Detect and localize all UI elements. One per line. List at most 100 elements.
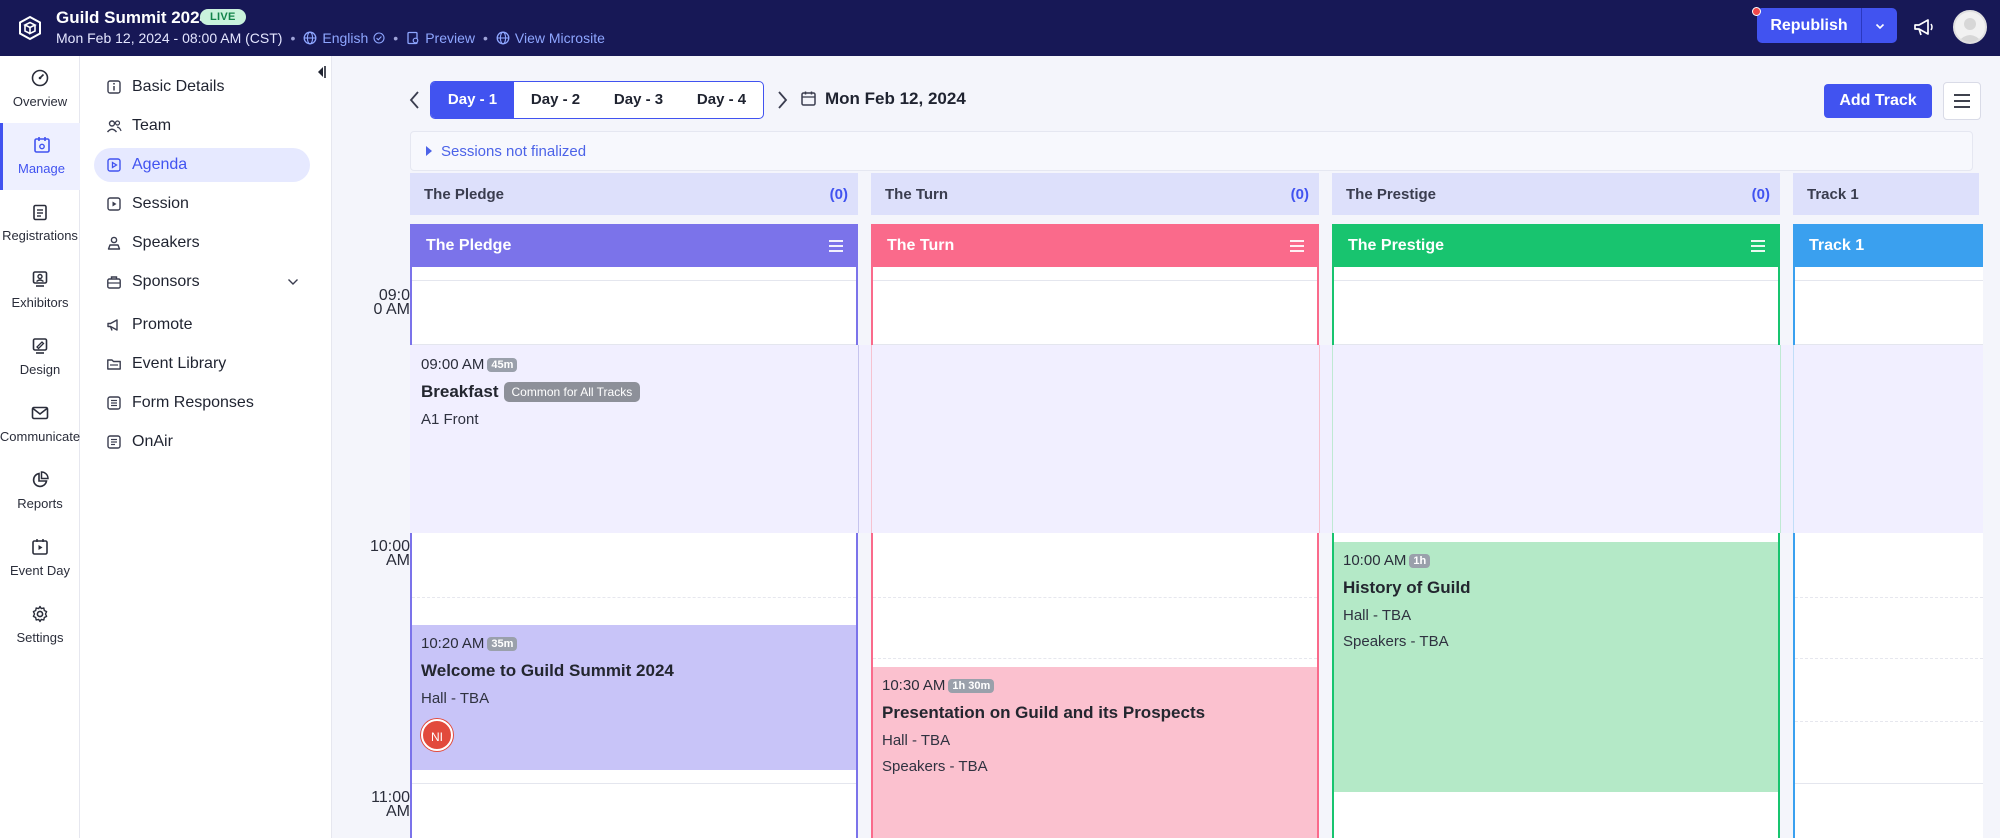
- globe-icon: [496, 31, 510, 45]
- rail-label: Reports: [17, 496, 63, 511]
- folder-icon: [107, 359, 121, 370]
- rail-item-exhibitors[interactable]: Exhibitors: [0, 257, 80, 324]
- rail-item-event-day[interactable]: Event Day: [0, 525, 80, 592]
- rail-item-settings[interactable]: Settings: [0, 592, 80, 659]
- submenu-item-session[interactable]: Session: [94, 187, 310, 221]
- submenu-item-sponsors[interactable]: Sponsors: [94, 265, 310, 299]
- grid-line: [1795, 280, 1983, 281]
- speaker-icon: [107, 236, 121, 250]
- language-selector[interactable]: English: [303, 30, 385, 46]
- track-column-header: The Turn: [873, 224, 1317, 267]
- megaphone-icon: [107, 319, 118, 331]
- submenu-item-event-library[interactable]: Event Library: [94, 347, 310, 381]
- view-microsite-link[interactable]: View Microsite: [496, 30, 605, 46]
- tab-day-4[interactable]: Day - 4: [680, 82, 763, 118]
- next-day-button[interactable]: [775, 89, 789, 111]
- submenu-item-team[interactable]: Team: [94, 109, 310, 143]
- submenu-item-speakers[interactable]: Speakers: [94, 226, 310, 260]
- grid-line: [1795, 658, 1983, 659]
- track-header-name: The Pledge: [424, 185, 505, 203]
- rail-item-registrations[interactable]: Registrations: [0, 190, 80, 257]
- republish-dropdown-button[interactable]: [1862, 8, 1897, 43]
- rail-item-reports[interactable]: Reports: [0, 458, 80, 525]
- grid-line: [412, 783, 856, 784]
- submenu-item-basic-details[interactable]: Basic Details: [94, 70, 310, 104]
- track-menu-icon[interactable]: [1289, 239, 1305, 253]
- pie-chart-icon: [32, 471, 49, 488]
- preview-link[interactable]: Preview: [406, 30, 475, 46]
- grid-line: [873, 597, 1317, 598]
- chevron-down-icon: [1875, 23, 1884, 29]
- session-card-history-of-guild[interactable]: 10:00 AM 1h History of Guild Hall - TBA …: [1334, 542, 1778, 792]
- more-menu-button[interactable]: [1943, 82, 1981, 120]
- briefcase-icon: [107, 276, 121, 289]
- band-divider: [858, 345, 859, 533]
- speaker-avatar[interactable]: NI: [421, 719, 453, 751]
- separator-dot: •: [393, 30, 399, 46]
- caret-right-icon: [426, 146, 432, 156]
- track-menu-icon[interactable]: [1750, 239, 1766, 253]
- announcement-icon[interactable]: [1911, 14, 1937, 40]
- session-duration-badge: 35m: [487, 636, 518, 651]
- rail-item-manage[interactable]: Manage: [0, 123, 80, 190]
- rail-label: Settings: [16, 630, 64, 645]
- republish-button[interactable]: Republish: [1757, 8, 1862, 43]
- calendar-icon[interactable]: [800, 90, 817, 107]
- session-duration-badge: 1h: [1409, 553, 1431, 568]
- event-subheader: Mon Feb 12, 2024 - 08:00 AM (CST) • Engl…: [56, 30, 605, 46]
- rail-label: Overview: [12, 94, 68, 109]
- grid-line: [412, 280, 856, 281]
- republish-button-group: Republish: [1757, 8, 1897, 43]
- agenda-icon: [107, 158, 121, 172]
- session-location: A1 Front: [421, 411, 479, 428]
- session-location: Hall - TBA: [882, 732, 951, 749]
- submenu-item-form-responses[interactable]: Form Responses: [94, 386, 310, 420]
- check-circle-icon: [373, 32, 385, 44]
- collapse-panel-icon[interactable]: [315, 64, 327, 80]
- app-logo-icon[interactable]: [16, 14, 44, 42]
- session-title: Breakfast: [421, 382, 499, 401]
- track-column-header: The Prestige: [1334, 224, 1778, 267]
- tab-day-2[interactable]: Day - 2: [514, 82, 597, 118]
- submenu-label: Team: [132, 117, 172, 134]
- track-column-header: Track 1: [1795, 224, 1983, 267]
- chevron-down-icon[interactable]: [286, 275, 300, 289]
- prev-day-button[interactable]: [408, 89, 422, 111]
- exhibitor-icon: [32, 271, 48, 287]
- track-header-the-prestige[interactable]: The Prestige (0): [1332, 173, 1780, 215]
- rail-item-overview[interactable]: Overview: [0, 56, 80, 123]
- session-card-welcome[interactable]: 10:20 AM 35m Welcome to Guild Summit 202…: [412, 625, 856, 770]
- rail-item-design[interactable]: Design: [0, 324, 80, 391]
- tab-day-1[interactable]: Day - 1: [431, 82, 514, 118]
- sessions-not-finalized-toggle[interactable]: Sessions not finalized: [410, 131, 1973, 171]
- track-column-header: The Pledge: [412, 224, 856, 267]
- track-header-the-pledge[interactable]: The Pledge (0): [410, 173, 858, 215]
- session-time: 09:00 AM: [421, 356, 485, 373]
- track-menu-icon[interactable]: [828, 239, 844, 253]
- user-avatar[interactable]: [1953, 10, 1987, 44]
- submenu-item-promote[interactable]: Promote: [94, 308, 310, 342]
- session-card-presentation[interactable]: 10:30 AM 1h 30m Presentation on Guild an…: [873, 667, 1317, 838]
- agenda-main: Day - 1 Day - 2 Day - 3 Day - 4 Mon Feb …: [332, 56, 2000, 838]
- palette-icon: [32, 338, 48, 354]
- track-header-track-1[interactable]: Track 1: [1793, 173, 1979, 215]
- tab-day-3[interactable]: Day - 3: [597, 82, 680, 118]
- session-card-breakfast[interactable]: 09:00 AM 45m Breakfast Common for All Tr…: [412, 346, 856, 532]
- submenu-item-agenda[interactable]: Agenda: [94, 148, 310, 182]
- rail-label: Design: [19, 362, 61, 377]
- top-bar: Guild Summit 2024 LIVE Mon Feb 12, 2024 …: [0, 0, 2000, 56]
- grid-line: [873, 280, 1317, 281]
- submenu-item-onair[interactable]: OnAir: [94, 425, 310, 459]
- manage-submenu: Basic Details Team Agenda Session Speake…: [80, 56, 332, 838]
- grid-line: [873, 658, 1317, 659]
- add-track-button[interactable]: Add Track: [1824, 84, 1932, 118]
- separator-dot: •: [290, 30, 296, 46]
- primary-nav-rail: Overview Manage Registrations Exhibitors…: [0, 56, 80, 838]
- submenu-label: Form Responses: [132, 394, 254, 411]
- submenu-label: Agenda: [132, 156, 188, 173]
- event-datetime: Mon Feb 12, 2024 - 08:00 AM (CST): [56, 30, 283, 46]
- time-label-10am: 10:00 AM: [332, 539, 410, 569]
- track-header-the-turn[interactable]: The Turn (0): [871, 173, 1319, 215]
- rail-item-communicate[interactable]: Communicate: [0, 391, 80, 458]
- band-divider: [1793, 345, 1794, 533]
